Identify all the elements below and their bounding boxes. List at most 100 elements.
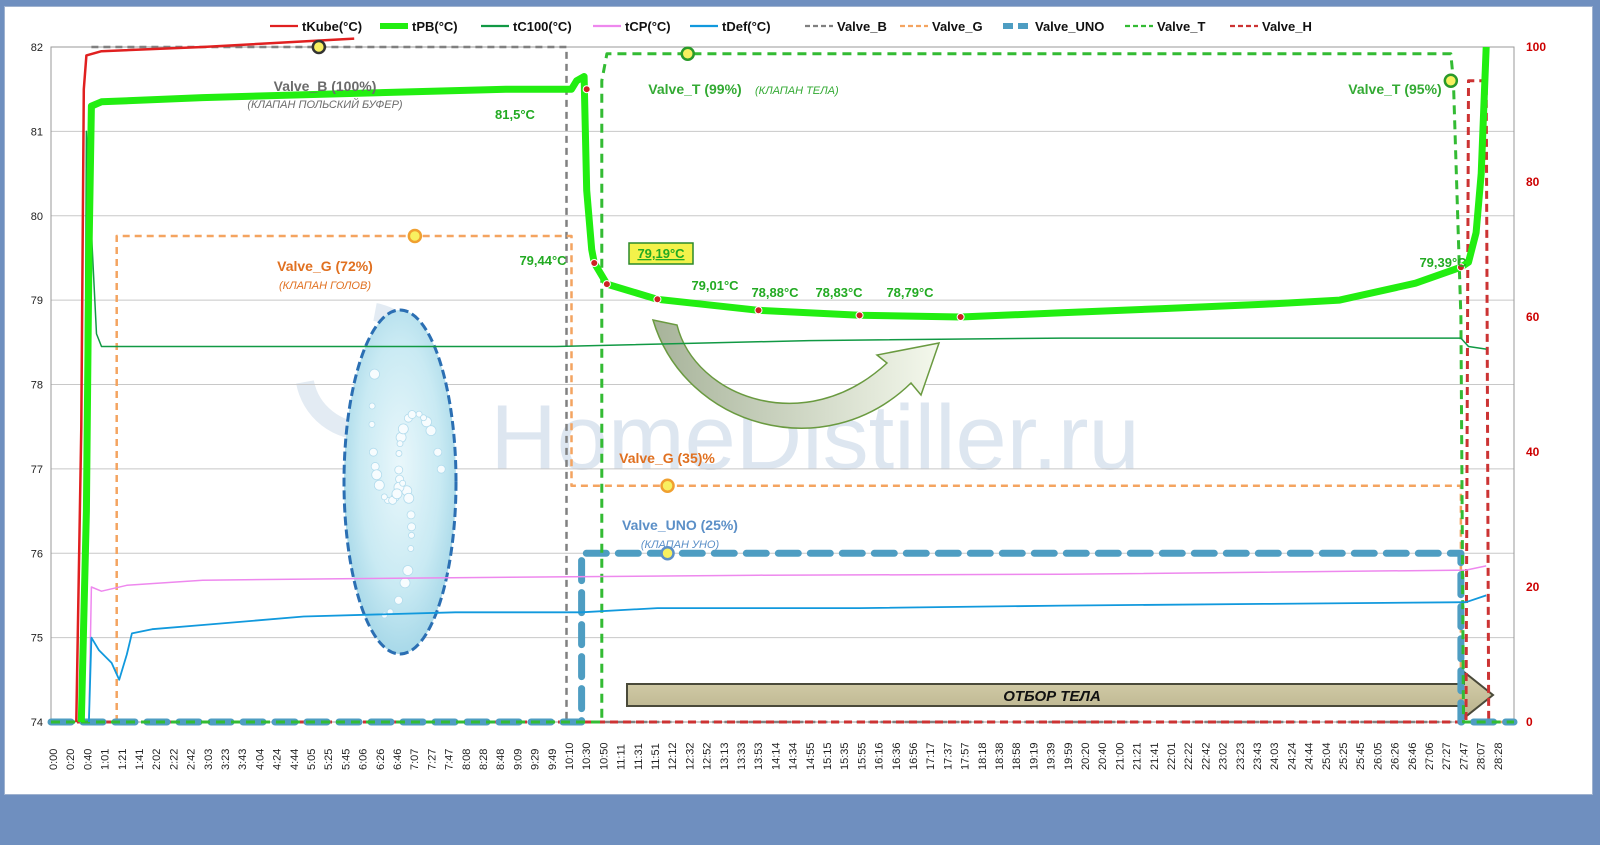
x-tick: 19:39 — [1046, 742, 1058, 770]
annotation-valve-g-35: Valve_G (35)% — [619, 450, 715, 466]
y-right-tick: 80 — [1526, 175, 1540, 189]
x-tick: 25:45 — [1355, 742, 1367, 770]
water-bubble — [369, 368, 380, 380]
water-bubble — [394, 465, 404, 475]
x-tick: 28:28 — [1493, 742, 1505, 770]
water-bubble — [406, 510, 416, 520]
legend: tKube(°C) tPB(°C) tC100(°C) tCP(°C) tDef(°C)… — [270, 19, 1312, 34]
x-tick: 23:43 — [1252, 742, 1264, 770]
x-tick: 13:13 — [719, 742, 731, 770]
y-left-tick: 76 — [31, 548, 43, 560]
y-left-tick: 75 — [31, 633, 43, 645]
x-tick: 0:00 — [48, 749, 60, 770]
x-tick: 13:33 — [736, 742, 748, 770]
water-bubble — [368, 420, 376, 428]
decorations: ОТБОР ТЕЛА — [342, 308, 1495, 721]
annotation-sub-valve-g-72: (КЛАПАН ГОЛОВ) — [279, 280, 371, 292]
x-tick: 10:10 — [564, 742, 576, 770]
water-bubble — [394, 595, 403, 605]
x-tick: 21:00 — [1114, 742, 1126, 770]
x-tick: 2:02 — [151, 749, 163, 770]
y-left-tick: 80 — [31, 211, 43, 223]
x-tick: 15:15 — [822, 742, 834, 770]
data-label: 79,19°C — [637, 246, 685, 261]
legend-label: Valve_G — [932, 19, 983, 34]
legend-label: Valve_UNO — [1035, 19, 1104, 34]
water-bubble — [408, 531, 415, 539]
x-tick: 19:59 — [1063, 742, 1075, 770]
y-right-tick: 40 — [1526, 445, 1540, 459]
x-tick: 10:50 — [598, 742, 610, 770]
valve-t-marker — [680, 46, 695, 61]
valve-b-marker — [311, 39, 327, 55]
water-bubble — [371, 469, 383, 481]
annotation-valve-g-72: Valve_G (72%) — [277, 258, 373, 274]
legend-label: tKube(°C) — [302, 19, 362, 34]
x-tick: 23:02 — [1218, 742, 1230, 770]
data-point-marker — [653, 295, 662, 304]
water-bubble — [420, 414, 427, 422]
x-tick: 16:16 — [874, 742, 886, 770]
x-tick: 7:47 — [444, 749, 456, 770]
x-tick: 24:44 — [1304, 742, 1316, 770]
data-point-marker — [582, 85, 591, 94]
x-tick: 21:21 — [1132, 742, 1144, 770]
data-label: 78,79°C — [886, 285, 934, 300]
x-tick: 26:26 — [1390, 742, 1402, 770]
water-bubble — [436, 464, 446, 474]
x-tick: 23:23 — [1235, 742, 1247, 770]
data-point-marker — [855, 311, 864, 320]
x-tick: 14:55 — [805, 742, 817, 770]
x-tick: 9:29 — [530, 749, 542, 770]
water-bubble — [433, 447, 443, 457]
y-left-tick: 78 — [31, 380, 43, 392]
x-tick: 5:05 — [306, 749, 318, 770]
data-label: 79,44°C — [519, 253, 567, 268]
x-tick: 10:30 — [581, 742, 593, 770]
x-tick: 24:03 — [1269, 742, 1281, 770]
water-bubble — [397, 423, 409, 435]
x-tick: 22:01 — [1166, 742, 1178, 770]
x-tick: 21:41 — [1149, 742, 1161, 770]
data-point-marker — [956, 313, 965, 321]
x-tick: 17:57 — [960, 742, 972, 770]
x-tick: 18:38 — [994, 742, 1006, 770]
x-tick: 25:04 — [1321, 742, 1333, 770]
annotation-valve-uno: Valve_UNO (25%) — [622, 517, 738, 533]
water-bubble — [395, 450, 403, 457]
x-tick: 14:34 — [788, 742, 800, 770]
series-layer — [47, 37, 1518, 726]
y-right-tick: 20 — [1526, 580, 1540, 594]
water-bubble — [399, 577, 411, 589]
x-tick: 3:23 — [220, 749, 232, 770]
y-right-tick: 60 — [1526, 310, 1540, 324]
water-bubble — [407, 522, 416, 532]
x-tick: 0:20 — [65, 749, 77, 770]
legend-label: tC100(°C) — [513, 19, 572, 34]
x-tick: 13:53 — [753, 742, 765, 770]
annotation-sub-valve-t-99: (КЛАПАН ТЕЛА) — [755, 85, 839, 97]
x-tick: 1:41 — [134, 749, 146, 770]
x-tick: 11:11 — [616, 744, 628, 770]
y-left-tick: 82 — [31, 42, 43, 54]
data-label: 78,83°C — [815, 285, 863, 300]
x-tick: 1:21 — [117, 749, 129, 770]
y-right-tick: 100 — [1526, 40, 1546, 54]
x-tick: 7:07 — [409, 749, 421, 770]
water-bubble — [407, 410, 417, 419]
x-tick: 15:55 — [856, 742, 868, 770]
data-point-marker — [590, 259, 599, 267]
x-tick: 4:44 — [289, 749, 301, 770]
valve-g-marker — [407, 228, 423, 244]
x-tick: 3:03 — [203, 749, 215, 770]
arrow-label: ОТБОР ТЕЛА — [1003, 688, 1101, 705]
valve-t-end-marker — [1443, 73, 1459, 88]
x-tick: 28:07 — [1476, 742, 1488, 770]
x-tick: 12:12 — [667, 742, 679, 770]
legend-label: Valve_B — [837, 19, 887, 34]
x-tick: 4:04 — [254, 749, 266, 770]
data-label: 81,5°C — [495, 107, 536, 122]
y-left-tick: 81 — [31, 126, 43, 138]
water-bubble — [402, 565, 414, 576]
x-tick: 20:40 — [1097, 742, 1109, 770]
